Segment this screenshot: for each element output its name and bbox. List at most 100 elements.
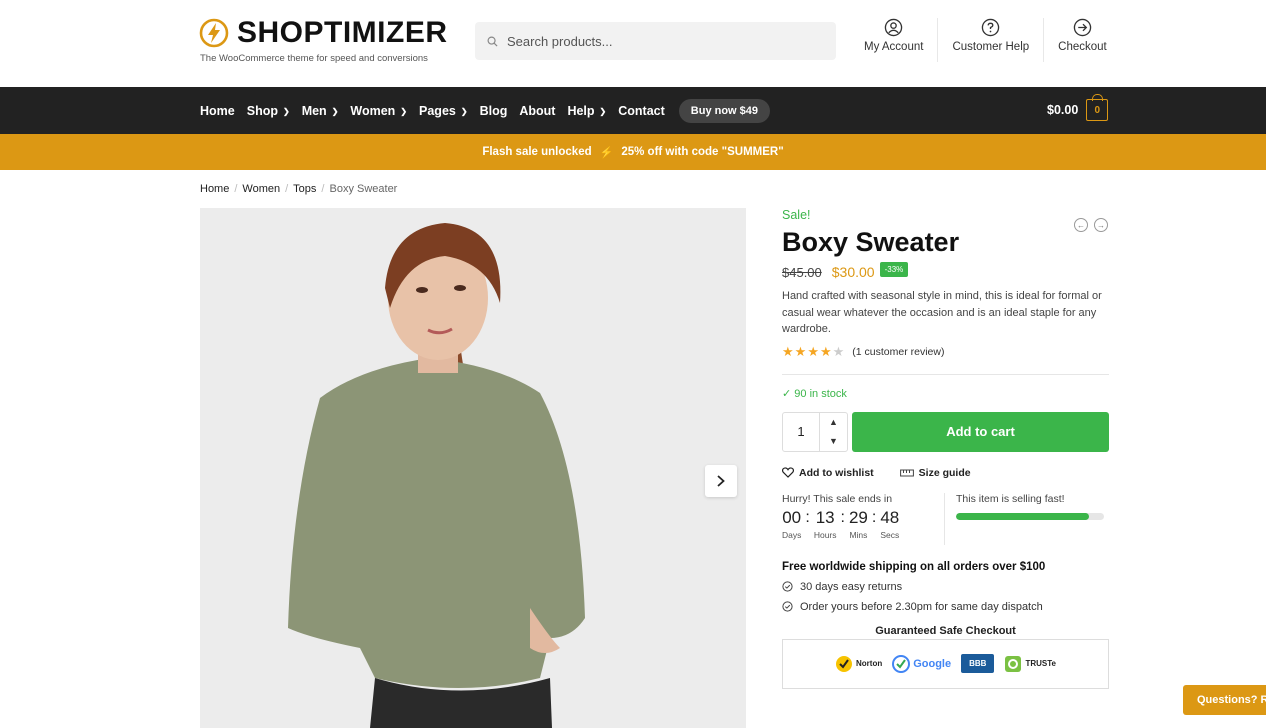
nav-shop[interactable]: Shop ❯ <box>247 104 290 118</box>
review-count[interactable]: (1 customer review) <box>852 346 944 358</box>
wishlist-link[interactable]: Add to wishlist <box>782 467 887 479</box>
star-empty-icon: ★ <box>832 343 846 359</box>
logo[interactable]: SHOPTIMIZER <box>199 16 448 50</box>
main-nav: Home Shop ❯ Men ❯ Women ❯ Pages ❯ Blog About… <box>0 87 1266 134</box>
bolt-logo-icon <box>199 18 229 48</box>
breadcrumb-home[interactable]: Home <box>200 183 229 195</box>
nav-men-label: Men <box>301 103 327 118</box>
bolt-icon: ⚡ <box>599 146 614 159</box>
breadcrumb: Home / Women / Tops / Boxy Sweater <box>200 183 397 195</box>
discount-badge: -33% <box>879 261 909 277</box>
quantity-input[interactable]: 1 <box>783 424 819 439</box>
nav-about[interactable]: About <box>519 104 555 118</box>
nav-about-label: About <box>519 103 556 118</box>
size-guide-link[interactable]: Size guide <box>899 466 984 479</box>
wishlist-label: Add to wishlist <box>799 466 874 479</box>
nav-blog[interactable]: Blog <box>480 104 508 118</box>
quantity-arrows: ▲ ▼ <box>819 412 847 451</box>
chevron-down-icon: ❯ <box>331 107 339 116</box>
checkout-label: Checkout <box>1058 41 1107 53</box>
search-icon <box>487 36 498 47</box>
cart-bag-icon: 0 <box>1086 94 1109 121</box>
promo-bar: Flash sale unlocked ⚡ 25% off with code … <box>0 134 1266 170</box>
size-guide-label: Size guide <box>918 466 971 479</box>
norton-check-icon <box>836 655 852 672</box>
increase-quantity-icon[interactable]: ▲ <box>829 417 838 427</box>
selling-progress-fill <box>956 512 1090 520</box>
check-icon: ✓ <box>782 387 792 400</box>
shipping-note: Free worldwide shipping on all orders ov… <box>782 560 1046 573</box>
next-image-button[interactable] <box>705 465 737 497</box>
quantity-stepper[interactable]: 1 ▲ ▼ <box>782 411 848 452</box>
countdown-mins-unit: Mins <box>849 529 868 540</box>
promo-left: Flash sale unlocked <box>482 146 592 158</box>
ruler-icon <box>899 469 914 476</box>
customer-help-label: Customer Help <box>952 41 1030 53</box>
nav-contact[interactable]: Contact <box>618 104 665 118</box>
product-title: Boxy Sweater <box>782 227 960 257</box>
cart-count: 0 <box>1094 104 1101 116</box>
breadcrumb-current: Boxy Sweater <box>329 183 398 195</box>
truste-label: TRUSTe <box>1025 659 1056 668</box>
countdown-label: Hurry! This sale ends in <box>782 492 893 505</box>
google-check-icon <box>892 654 911 673</box>
chevron-right-icon <box>717 475 725 487</box>
buy-now-button[interactable]: Buy now $49 <box>678 98 771 123</box>
nav-blog-label: Blog <box>479 103 508 118</box>
checkout-link[interactable]: Checkout <box>1044 18 1121 62</box>
chevron-down-icon: ❯ <box>282 107 290 116</box>
cart-button[interactable]: $0.00 0 <box>1047 94 1109 121</box>
my-account-label: My Account <box>864 41 924 53</box>
old-price: $45.00 <box>782 264 822 280</box>
breadcrumb-women[interactable]: Women <box>242 183 280 195</box>
trust-badges: Norton Google BBB TRUSTe <box>782 638 1109 689</box>
product-info: Sale! Boxy Sweater $45.00 $30.00 -33% Ha… <box>782 208 1109 689</box>
safe-checkout-title: Guaranteed Safe Checkout <box>875 624 1016 637</box>
nav-pages-label: Pages <box>419 103 456 118</box>
norton-badge: Norton <box>835 653 882 675</box>
search-input[interactable] <box>507 33 807 49</box>
countdown-days-unit: Days <box>782 529 802 540</box>
rating-row: ★★★★★ (1 customer review) <box>782 344 1109 360</box>
nav-help[interactable]: Help ❯ <box>567 104 606 118</box>
questions-button[interactable]: Questions? R <box>1183 685 1266 715</box>
nav-help-label: Help <box>567 103 595 118</box>
model-sweater-illustration <box>200 208 746 728</box>
countdown-secs: 48 <box>880 507 900 527</box>
add-to-cart-row: 1 ▲ ▼ Add to cart <box>782 411 1109 452</box>
sale-label: Sale! <box>782 208 811 222</box>
google-badge: Google <box>892 653 951 675</box>
nav-men[interactable]: Men ❯ <box>302 104 339 118</box>
nav-pages[interactable]: Pages ❯ <box>419 104 468 118</box>
decrease-quantity-icon[interactable]: ▼ <box>829 436 838 446</box>
breadcrumb-tops[interactable]: Tops <box>293 183 316 195</box>
colon-separator: : <box>871 508 877 526</box>
norton-label: Norton <box>856 659 883 668</box>
stock-label: 90 in stock <box>794 387 847 400</box>
colon-separator: : <box>840 508 845 526</box>
check-circle-icon <box>782 581 793 592</box>
customer-help-link[interactable]: Customer Help <box>938 18 1045 62</box>
stock-status: ✓ 90 in stock <box>782 387 1109 400</box>
breadcrumb-separator: / <box>321 183 325 195</box>
breadcrumb-separator: / <box>285 183 289 195</box>
brand-name: SHOPTIMIZER <box>237 16 448 49</box>
nav-women[interactable]: Women ❯ <box>350 104 407 118</box>
product-image[interactable] <box>200 208 746 728</box>
my-account-link[interactable]: My Account <box>850 18 939 62</box>
selling-fast-label: This item is selling fast! <box>956 492 1065 505</box>
star-rating: ★★★★★ <box>782 344 845 360</box>
countdown-hours: 13 <box>815 507 835 527</box>
search-bar[interactable] <box>475 22 836 60</box>
feature-returns: 30 days easy returns <box>782 581 1109 593</box>
safe-checkout: Guaranteed Safe Checkout Norton Google B… <box>782 625 1109 689</box>
nav-home[interactable]: Home <box>200 104 235 118</box>
help-icon <box>982 18 1000 37</box>
countdown-mins: 29 <box>848 507 868 527</box>
star-icon: ★ <box>782 343 795 359</box>
add-to-cart-button[interactable]: Add to cart <box>852 411 1109 452</box>
countdown-secs-unit: Secs <box>880 529 900 540</box>
breadcrumb-separator: / <box>234 183 238 195</box>
star-icon: ★ <box>794 343 808 359</box>
check-circle-icon <box>782 601 793 612</box>
